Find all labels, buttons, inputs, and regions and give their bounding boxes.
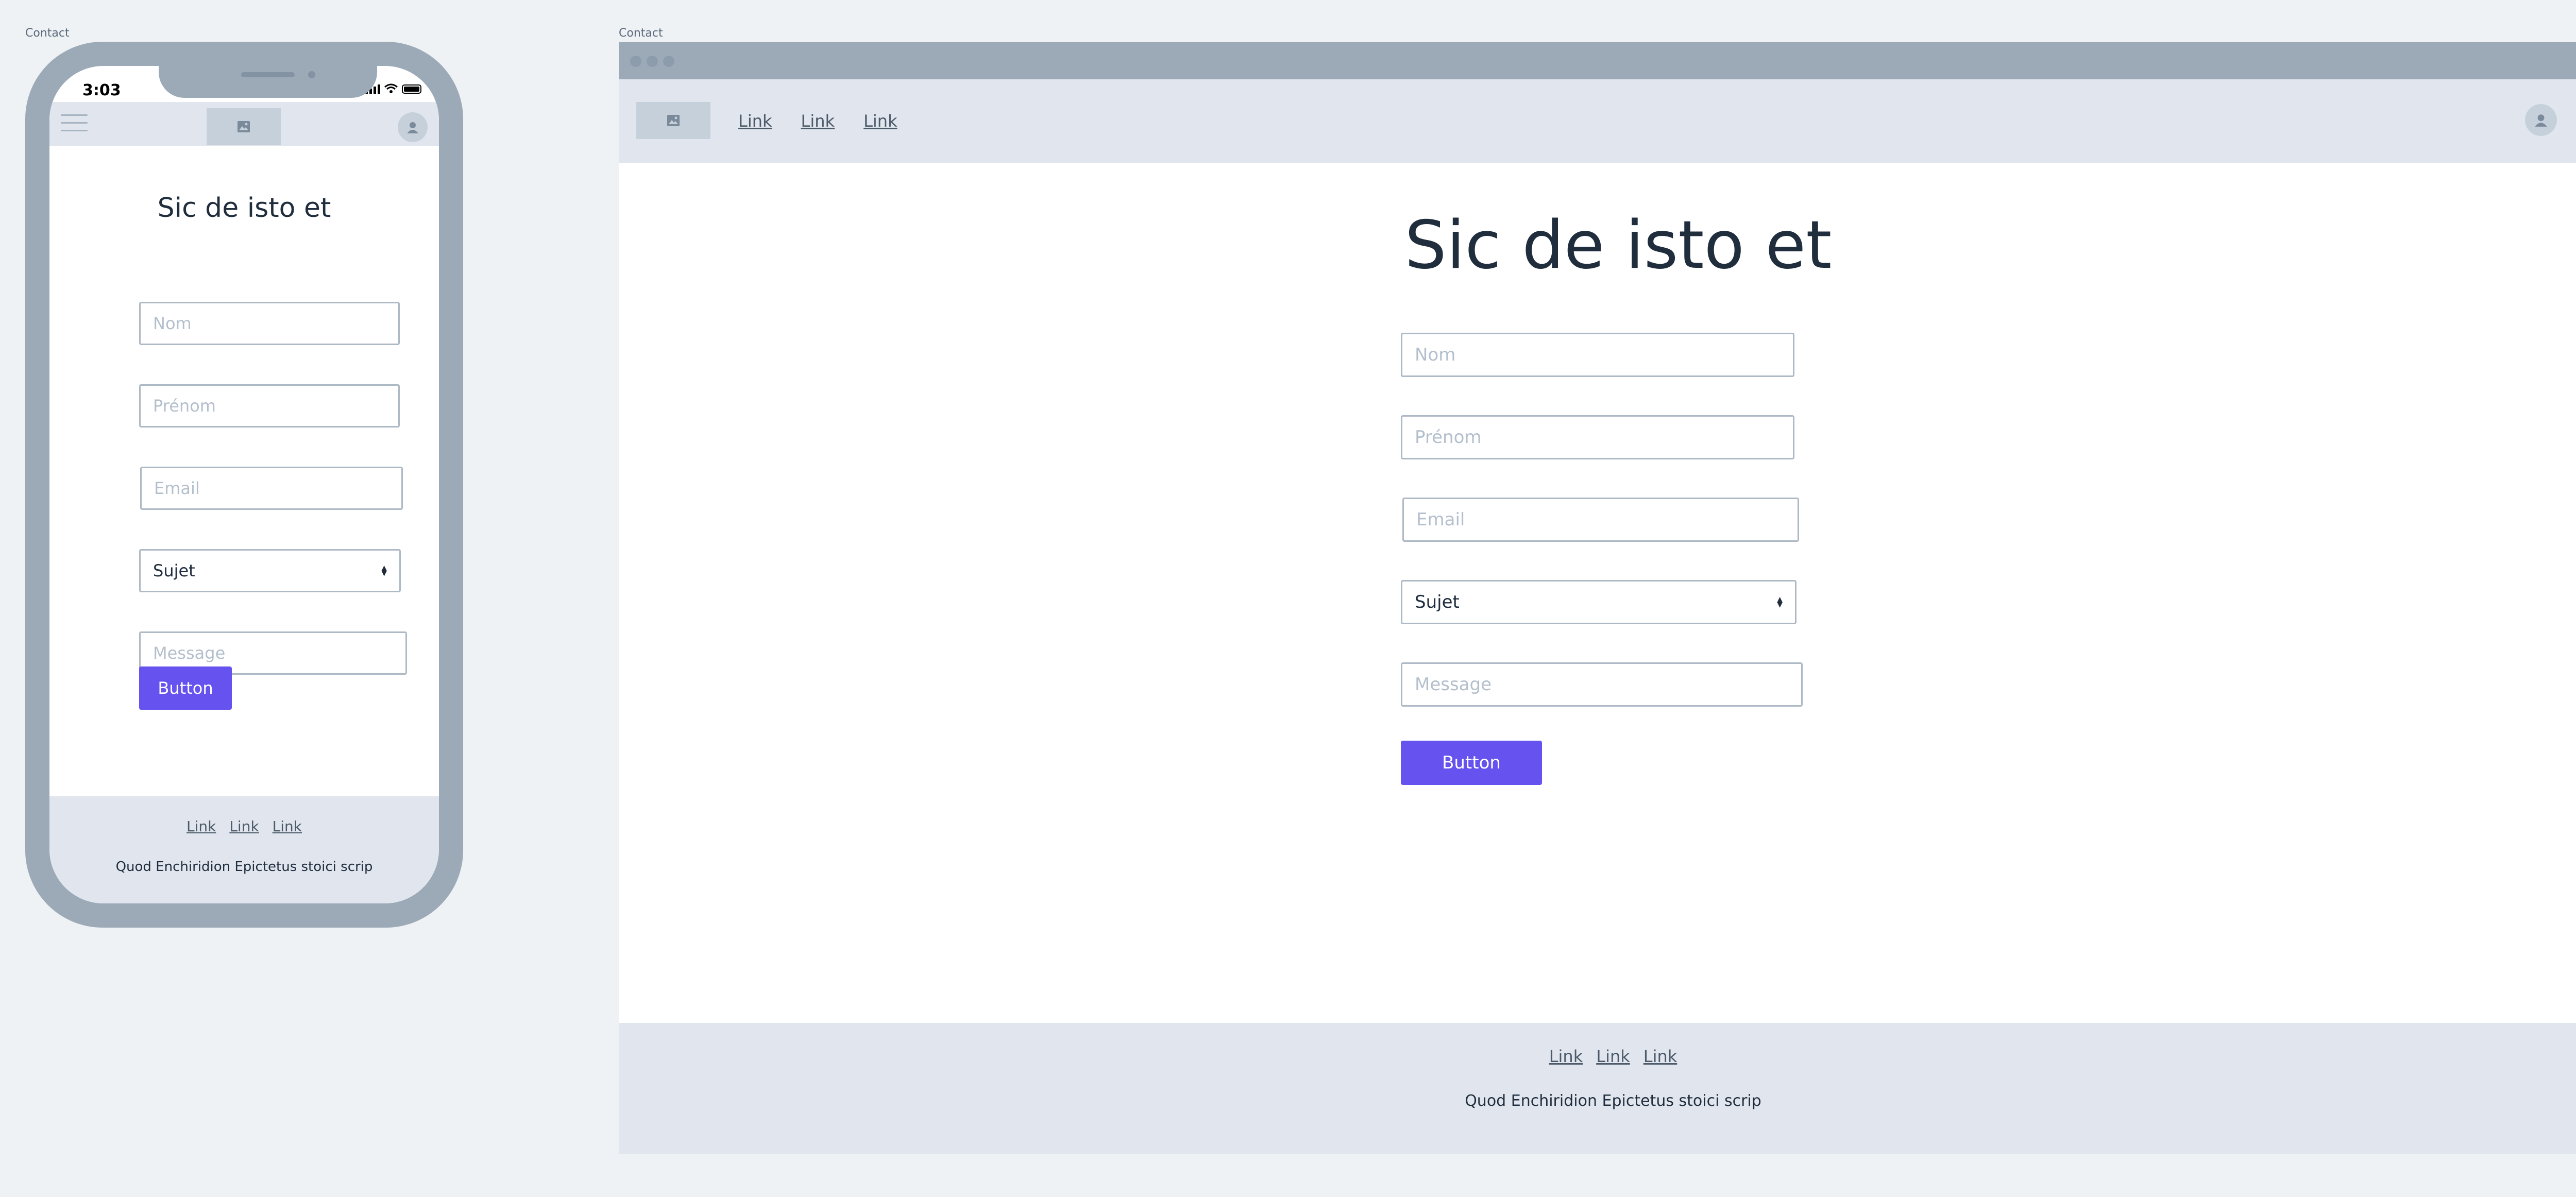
- front-camera: [308, 71, 315, 78]
- desktop-navbar: Link Link Link: [619, 79, 2576, 163]
- logo-placeholder[interactable]: [207, 108, 281, 145]
- footer-link-3[interactable]: Link: [273, 818, 302, 835]
- mobile-footer-links: Link Link Link: [49, 818, 439, 835]
- window-minimize-dot[interactable]: [647, 56, 658, 67]
- subject-select-value: Sujet: [1415, 592, 1460, 612]
- speaker-grille: [241, 72, 295, 77]
- email-input[interactable]: [140, 467, 403, 510]
- wifi-icon: [384, 83, 398, 93]
- nom-input[interactable]: [1401, 333, 1794, 377]
- page-title: Sic de isto et: [157, 193, 331, 224]
- desktop-nav-links: Link Link Link: [738, 111, 897, 131]
- user-icon: [407, 122, 418, 133]
- footer-text: Quod Enchiridion Epictetus stoici scrip: [1465, 1092, 1761, 1110]
- nav-link-1[interactable]: Link: [738, 111, 772, 131]
- subject-select-value: Sujet: [153, 561, 195, 580]
- image-placeholder-icon: [238, 121, 250, 132]
- subject-select[interactable]: Sujet ▲ ▼: [139, 549, 401, 592]
- footer-link-1[interactable]: Link: [187, 818, 216, 835]
- prenom-input[interactable]: [1401, 415, 1794, 459]
- footer-text: Quod Enchiridion Epictetus stoici scrip: [115, 859, 373, 875]
- mobile-device-frame: 3:03 Sic de isto et Nom Prénom Email Suj…: [25, 42, 463, 928]
- window-close-dot[interactable]: [630, 56, 641, 67]
- mobile-screen: 3:03 Sic de isto et Nom Prénom Email Suj…: [49, 66, 439, 903]
- desktop-footer-links: Link Link Link: [619, 1047, 2576, 1066]
- footer-link-2[interactable]: Link: [1596, 1047, 1630, 1066]
- mobile-artboard-label: Contact: [25, 27, 70, 40]
- browser-titlebar: [619, 42, 2576, 79]
- subject-select[interactable]: Sujet ▲ ▼: [1401, 580, 1797, 624]
- desktop-artboard-label: Contact: [619, 27, 663, 40]
- updown-chevron-icon: ▲ ▼: [381, 564, 387, 577]
- desktop-footer: Link Link Link Quod Enchiridion Epictetu…: [619, 1023, 2576, 1154]
- status-icons: [365, 83, 421, 94]
- desktop-browser-window: Link Link Link Sic de isto et Sujet ▲▼ B…: [619, 42, 2576, 1154]
- nav-link-2[interactable]: Link: [801, 111, 835, 131]
- mobile-navbar: [49, 102, 439, 146]
- nav-link-3[interactable]: Link: [863, 111, 897, 131]
- submit-button[interactable]: Button: [1401, 741, 1542, 785]
- avatar[interactable]: [398, 112, 428, 142]
- page-title: Sic de isto et: [1404, 207, 1832, 284]
- image-placeholder-icon: [667, 115, 680, 126]
- prenom-input[interactable]: [139, 384, 400, 427]
- avatar[interactable]: [2525, 104, 2557, 136]
- hamburger-icon[interactable]: [61, 114, 88, 133]
- user-icon: [2535, 114, 2547, 127]
- footer-link-3[interactable]: Link: [1643, 1047, 1677, 1066]
- submit-button[interactable]: Button: [139, 666, 232, 710]
- email-input[interactable]: [1402, 498, 1799, 542]
- battery-icon: [402, 84, 421, 94]
- phone-notch: [159, 66, 377, 98]
- window-maximize-dot[interactable]: [663, 56, 674, 67]
- footer-link-2[interactable]: Link: [229, 818, 259, 835]
- updown-chevron-icon: ▲ ▼: [1777, 595, 1783, 609]
- message-input[interactable]: [1401, 662, 1803, 707]
- nom-input[interactable]: [139, 302, 400, 345]
- logo-placeholder[interactable]: [636, 102, 710, 139]
- status-time: 3:03: [82, 81, 121, 99]
- mobile-footer: Link Link Link Quod Enchiridion Epictetu…: [49, 796, 439, 903]
- footer-link-1[interactable]: Link: [1549, 1047, 1583, 1066]
